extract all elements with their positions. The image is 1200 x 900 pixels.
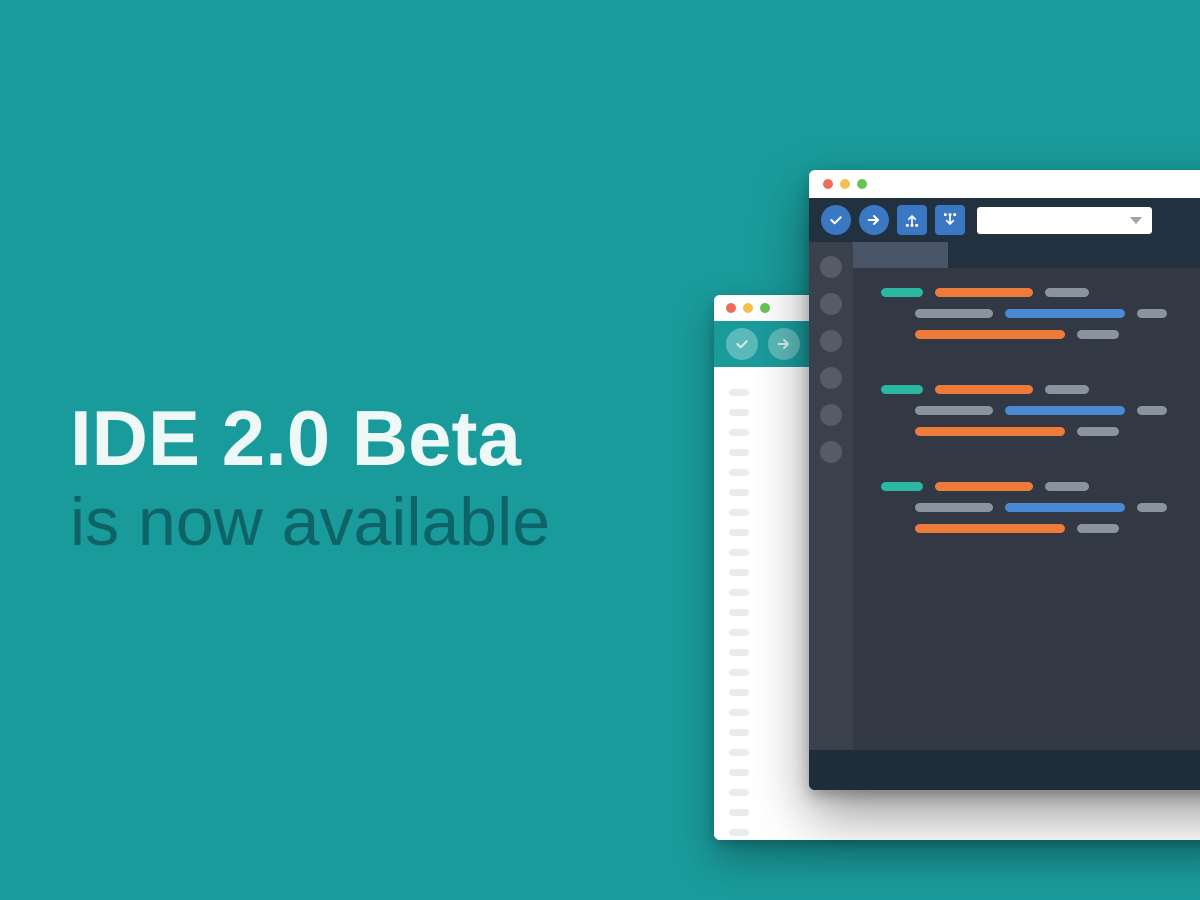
sidebar-icon[interactable] bbox=[820, 293, 842, 315]
headline: IDE 2.0 Beta is now available bbox=[70, 398, 550, 565]
code-token bbox=[1005, 503, 1125, 512]
board-select-dropdown[interactable] bbox=[977, 207, 1152, 234]
upload-button[interactable] bbox=[859, 205, 889, 235]
code-token bbox=[1045, 482, 1089, 491]
headline-line-1: IDE 2.0 Beta bbox=[70, 398, 550, 480]
code-token bbox=[915, 309, 993, 318]
gutter-line bbox=[729, 429, 749, 436]
sidebar-icon[interactable] bbox=[820, 367, 842, 389]
gutter-line bbox=[729, 449, 749, 456]
code-block bbox=[881, 482, 1200, 533]
code-token bbox=[915, 406, 993, 415]
serial-monitor-button[interactable] bbox=[935, 205, 965, 235]
code-token bbox=[881, 385, 923, 394]
code-token bbox=[915, 524, 1065, 533]
sidebar-icon[interactable] bbox=[820, 404, 842, 426]
code-token bbox=[1045, 385, 1089, 394]
gutter-line bbox=[729, 549, 749, 556]
code-token bbox=[881, 288, 923, 297]
arrow-right-icon bbox=[776, 336, 792, 352]
sidebar-icon-rail bbox=[809, 242, 853, 750]
code-token bbox=[935, 288, 1033, 297]
gutter-line bbox=[729, 789, 749, 796]
close-icon[interactable] bbox=[823, 179, 833, 189]
code-block bbox=[881, 288, 1200, 339]
code-content bbox=[853, 268, 1200, 567]
code-token bbox=[881, 482, 923, 491]
verify-button[interactable] bbox=[726, 328, 758, 360]
code-editor[interactable] bbox=[853, 242, 1200, 750]
gutter-line bbox=[729, 829, 749, 836]
debug-start-button[interactable] bbox=[897, 205, 927, 235]
code-token bbox=[1077, 427, 1119, 436]
arrow-up-dots-icon bbox=[904, 212, 920, 228]
gutter-line bbox=[729, 649, 749, 656]
minimize-icon[interactable] bbox=[743, 303, 753, 313]
code-token bbox=[915, 503, 993, 512]
new-ide-window bbox=[809, 170, 1200, 790]
gutter-line bbox=[729, 409, 749, 416]
gutter-line bbox=[729, 469, 749, 476]
close-icon[interactable] bbox=[726, 303, 736, 313]
gutter-line bbox=[729, 709, 749, 716]
arrow-down-dots-icon bbox=[942, 212, 958, 228]
new-ide-body bbox=[809, 242, 1200, 750]
code-token bbox=[915, 427, 1065, 436]
sidebar-icon[interactable] bbox=[820, 330, 842, 352]
gutter-line bbox=[729, 809, 749, 816]
gutter-line bbox=[729, 729, 749, 736]
arrow-right-icon bbox=[866, 212, 882, 228]
gutter-line bbox=[729, 689, 749, 696]
code-token bbox=[1005, 406, 1125, 415]
gutter-line bbox=[729, 609, 749, 616]
code-token bbox=[1077, 524, 1119, 533]
chevron-down-icon bbox=[1130, 217, 1142, 224]
new-ide-titlebar bbox=[809, 170, 1200, 198]
sidebar-icon[interactable] bbox=[820, 256, 842, 278]
gutter-line bbox=[729, 529, 749, 536]
old-ide-gutter bbox=[714, 367, 764, 840]
gutter-line bbox=[729, 589, 749, 596]
gutter-line bbox=[729, 769, 749, 776]
minimize-icon[interactable] bbox=[840, 179, 850, 189]
check-icon bbox=[734, 336, 750, 352]
code-token bbox=[1137, 309, 1167, 318]
output-console[interactable] bbox=[809, 750, 1200, 790]
headline-line-2: is now available bbox=[70, 480, 550, 565]
code-token bbox=[1077, 330, 1119, 339]
code-token bbox=[1137, 503, 1167, 512]
code-block bbox=[881, 385, 1200, 436]
gutter-line bbox=[729, 569, 749, 576]
code-token bbox=[1045, 288, 1089, 297]
code-token bbox=[935, 482, 1033, 491]
code-token bbox=[1137, 406, 1167, 415]
sidebar-icon[interactable] bbox=[820, 441, 842, 463]
new-ide-toolbar bbox=[809, 198, 1200, 242]
gutter-line bbox=[729, 509, 749, 516]
gutter-line bbox=[729, 669, 749, 676]
gutter-line bbox=[729, 749, 749, 756]
verify-button[interactable] bbox=[821, 205, 851, 235]
gutter-line bbox=[729, 389, 749, 396]
editor-tab-active[interactable] bbox=[853, 242, 948, 268]
code-token bbox=[1005, 309, 1125, 318]
code-token bbox=[915, 330, 1065, 339]
maximize-icon[interactable] bbox=[760, 303, 770, 313]
check-icon bbox=[828, 212, 844, 228]
upload-button[interactable] bbox=[768, 328, 800, 360]
gutter-line bbox=[729, 489, 749, 496]
code-token bbox=[935, 385, 1033, 394]
maximize-icon[interactable] bbox=[857, 179, 867, 189]
editor-tab-strip bbox=[853, 242, 1200, 268]
gutter-line bbox=[729, 629, 749, 636]
